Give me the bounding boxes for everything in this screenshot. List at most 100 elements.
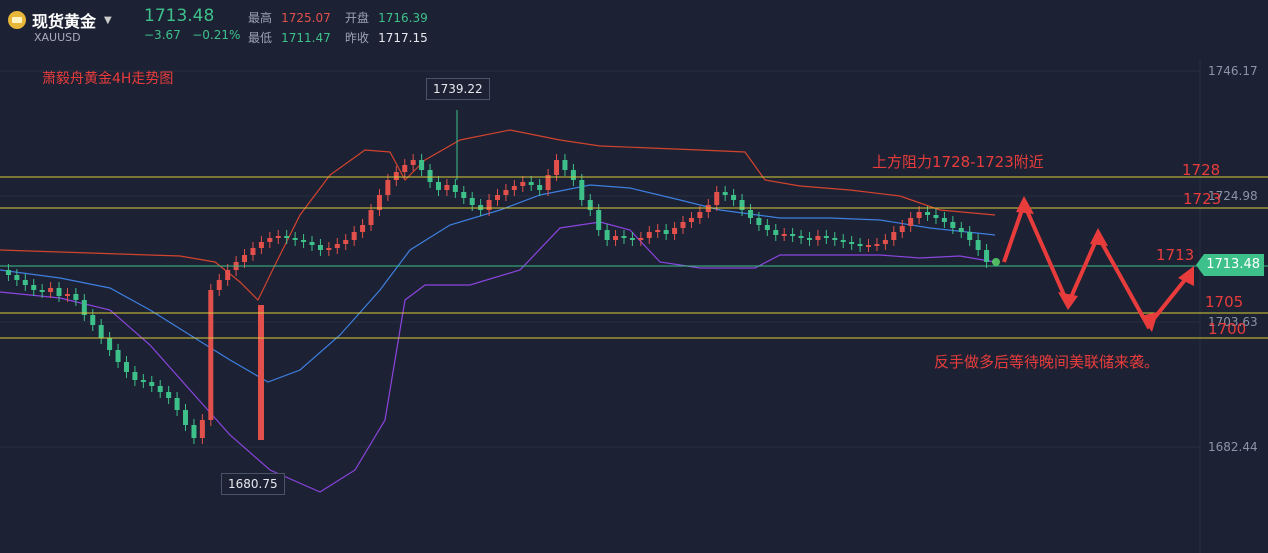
candle-body — [216, 280, 222, 290]
candle-body — [149, 382, 155, 386]
candlestick-chart[interactable] — [0, 0, 1268, 553]
gold-coin-icon — [8, 11, 26, 29]
candle-body — [511, 186, 517, 190]
stat-low: 最低 1711.47 — [248, 31, 331, 45]
candle-body — [208, 290, 214, 420]
candle-body — [899, 226, 905, 232]
candle-body — [250, 248, 256, 255]
candle-body — [790, 234, 796, 236]
candle-body — [722, 192, 728, 195]
projection-arrows — [1002, 196, 1194, 332]
candle-body — [570, 170, 576, 180]
candle-body — [941, 218, 947, 222]
candle-body — [663, 230, 669, 234]
candle-body — [680, 222, 686, 228]
upper-band-line — [0, 129, 996, 302]
candle-body — [528, 182, 534, 185]
dropdown-caret-icon[interactable]: ▼ — [104, 15, 112, 26]
stat-open: 开盘 1716.39 — [345, 11, 428, 25]
candle-body — [984, 250, 990, 262]
candle-body — [925, 212, 931, 215]
candle-body — [5, 270, 11, 275]
y-axis-label: 1682.44 — [1208, 440, 1258, 454]
candles — [5, 110, 1000, 444]
candle-body — [427, 170, 433, 182]
candle-body — [140, 380, 146, 382]
candle-body — [444, 185, 450, 190]
chart-app: 现货黄金 ▼ XAUUSD 1713.48 −3.67 −0.21% 最高 17… — [0, 0, 1268, 553]
candle-body — [764, 225, 770, 230]
candle-body — [14, 275, 20, 280]
candle-body — [798, 236, 804, 238]
candle-body — [874, 244, 880, 246]
level-label: 1700 — [1208, 320, 1247, 338]
candle-body — [258, 242, 264, 248]
candle-body — [688, 218, 694, 222]
symbol-name: 现货黄金 — [32, 12, 97, 31]
candle-body — [225, 270, 231, 280]
candle-body — [123, 362, 129, 372]
candle-body — [393, 172, 399, 180]
candle-body — [933, 215, 939, 218]
candle-body — [840, 240, 846, 242]
symbol-selector[interactable]: 现货黄金 ▼ — [8, 8, 112, 32]
candle-body — [292, 238, 298, 240]
candle-body — [115, 350, 121, 362]
candle-body — [967, 232, 973, 240]
candle-body — [773, 230, 779, 235]
level-label: 1705 — [1205, 293, 1244, 311]
arrowhead — [1016, 196, 1034, 214]
candle-body — [629, 238, 635, 240]
change-value: −3.67 — [144, 28, 181, 42]
candle-body — [495, 195, 500, 200]
candle-body — [452, 185, 458, 192]
candle-body — [731, 195, 737, 200]
candle-body — [309, 242, 315, 245]
candle-body — [368, 210, 374, 225]
resistance-annotation: 上方阻力1728-1723附近 — [872, 153, 1044, 171]
candle-body — [908, 218, 914, 226]
candle-body — [849, 242, 855, 244]
level-label: 1713 — [1156, 246, 1195, 264]
candle-body — [975, 240, 981, 250]
candle-body — [646, 232, 652, 238]
candle-body — [410, 160, 416, 165]
high-callout: 1739.22 — [426, 78, 490, 100]
candle-body — [604, 230, 610, 240]
candle-body — [343, 240, 349, 244]
candle-body — [520, 182, 526, 186]
candle-body — [958, 228, 964, 232]
candle-body — [756, 218, 762, 225]
candle-body — [469, 198, 475, 205]
candle-body — [562, 160, 568, 170]
chart-title: 萧毅舟黄金4H走势图 — [42, 71, 174, 87]
candle-body — [672, 228, 678, 234]
candle-body — [39, 290, 45, 292]
chart-grid — [0, 60, 1201, 553]
arrowhead — [1090, 228, 1108, 246]
candle-body — [56, 288, 62, 296]
candle-body — [360, 225, 366, 232]
stat-prev-close: 昨收 1717.15 — [345, 31, 428, 45]
candle-body — [199, 420, 205, 438]
low-callout: 1680.75 — [221, 473, 285, 495]
candle-body — [537, 185, 543, 190]
candle-body — [638, 238, 644, 240]
candle-body — [73, 294, 79, 300]
candle-body — [183, 410, 189, 425]
candle-body — [326, 248, 332, 250]
bollinger-bands — [0, 129, 996, 493]
candle-body — [435, 182, 441, 190]
level-label: 1728 — [1182, 161, 1221, 179]
candle-body — [157, 386, 163, 392]
candle-body — [48, 288, 54, 292]
candle-body — [832, 238, 838, 240]
candle-body — [191, 425, 197, 438]
current-price-tag: 1713.48 — [1196, 254, 1264, 276]
candle-body — [31, 285, 37, 290]
candle-body — [334, 244, 340, 248]
candle-body — [823, 236, 829, 238]
candle-body — [714, 192, 720, 205]
projection-zigzag — [1002, 198, 1190, 330]
candle-body — [916, 212, 922, 218]
